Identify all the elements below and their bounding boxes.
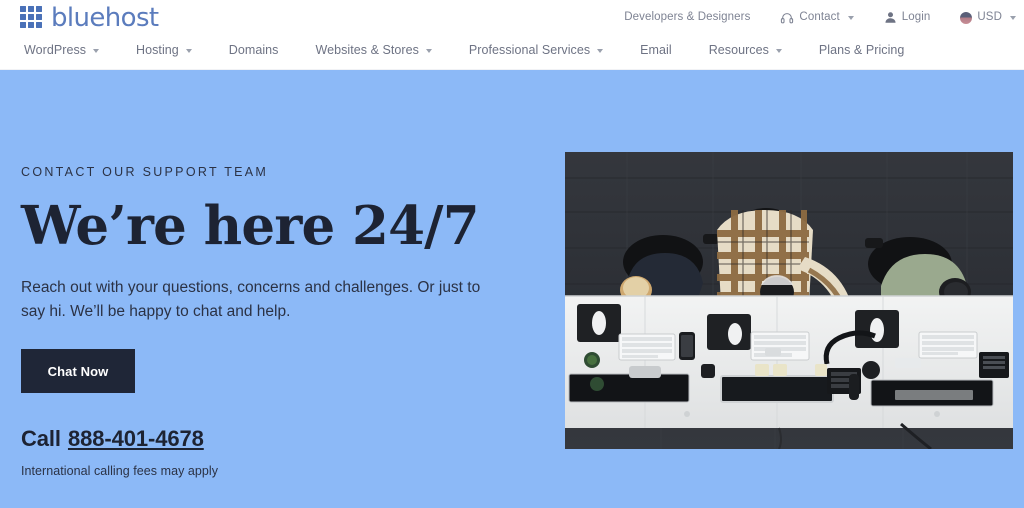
- nav-item-label: Plans & Pricing: [818, 43, 905, 57]
- utility-nav-item-login[interactable]: Login: [884, 10, 931, 24]
- utility-nav-label: USD: [977, 11, 1002, 23]
- site-header: bluehost Developers & Designers Contact: [0, 0, 1024, 70]
- chevron-down-icon: [847, 16, 854, 20]
- call-label: Call: [21, 426, 61, 452]
- nav-item-domains[interactable]: Domains: [219, 43, 289, 57]
- page-title: We’re here 24/7: [21, 195, 480, 257]
- nav-item-label: Email: [640, 43, 672, 57]
- us-flag-icon: [960, 12, 973, 24]
- utility-nav: Developers & Designers Contact Login USD: [624, 4, 1016, 30]
- nav-item-label: Hosting: [136, 43, 179, 57]
- hero-subcopy: Reach out with your questions, concerns …: [21, 279, 481, 320]
- hero-copy-block: Contact our support team We’re here 24/7…: [21, 165, 521, 478]
- nav-item-resources[interactable]: Resources: [699, 43, 792, 57]
- grid-squares-icon: [20, 6, 42, 28]
- logo-wordmark: bluehost: [51, 3, 159, 33]
- nav-item-label: Websites & Stores: [315, 43, 419, 57]
- chevron-down-icon: [1010, 16, 1016, 20]
- nav-item-professional-services[interactable]: Professional Services: [459, 43, 613, 57]
- chevron-down-icon: [185, 49, 192, 53]
- utility-nav-item-developers-designers[interactable]: Developers & Designers: [624, 11, 750, 23]
- nav-item-label: WordPress: [24, 43, 87, 57]
- headset-icon: [780, 11, 794, 25]
- nav-item-hosting[interactable]: Hosting: [126, 43, 202, 57]
- hero-section: Contact our support team We’re here 24/7…: [0, 70, 1024, 508]
- nav-item-label: Domains: [228, 43, 279, 57]
- utility-nav-label: Developers & Designers: [624, 11, 751, 23]
- nav-item-email[interactable]: Email: [630, 43, 682, 57]
- utility-nav-label: Login: [901, 11, 931, 23]
- call-line: Call 888-401-4678: [21, 426, 521, 452]
- bluehost-contact-page: bluehost Developers & Designers Contact: [0, 0, 1024, 508]
- nav-item-wordpress[interactable]: WordPress: [14, 43, 109, 57]
- bluehost-logo[interactable]: bluehost: [20, 3, 159, 33]
- utility-nav-item-currency[interactable]: USD: [960, 11, 1016, 24]
- chat-now-button[interactable]: Chat Now: [21, 349, 135, 394]
- hero-eyebrow: Contact our support team: [21, 165, 269, 179]
- utility-nav-label: Contact: [799, 11, 840, 23]
- header-divider: [0, 69, 1024, 70]
- nav-item-label: Professional Services: [468, 43, 591, 57]
- chevron-down-icon: [775, 49, 782, 53]
- main-nav: WordPress Hosting Domains Websites & Sto…: [14, 36, 914, 64]
- nav-item-websites-stores[interactable]: Websites & Stores: [305, 43, 441, 57]
- user-icon: [884, 11, 897, 25]
- chevron-down-icon: [93, 49, 100, 53]
- chevron-down-icon: [425, 49, 432, 53]
- hero-image: [565, 152, 1013, 449]
- utility-nav-item-contact[interactable]: Contact: [780, 10, 854, 25]
- nav-item-plans-pricing[interactable]: Plans & Pricing: [809, 43, 915, 57]
- chevron-down-icon: [597, 49, 604, 53]
- call-fineprint: International calling fees may apply: [21, 464, 219, 479]
- phone-number-link[interactable]: 888-401-4678: [68, 426, 204, 452]
- nav-item-label: Resources: [708, 43, 769, 57]
